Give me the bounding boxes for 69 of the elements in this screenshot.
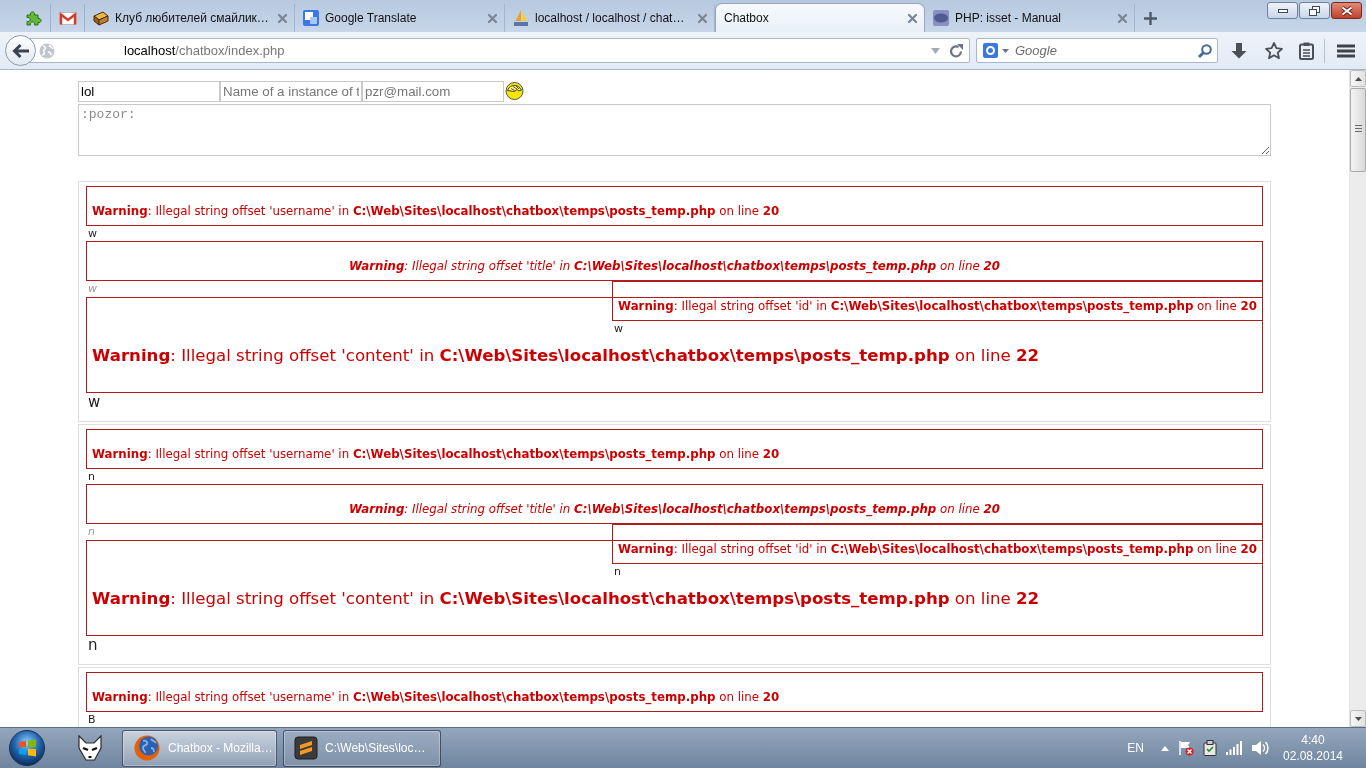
clipboard-check-icon[interactable] bbox=[1203, 740, 1217, 756]
instance-field[interactable]: Name of a instance of t bbox=[220, 81, 362, 102]
php-warning: Warning: Illegal string offset 'username' in C:\Web\Sites\localhost\chatbox\temps\posts_temp.php on line 20 bbox=[86, 429, 1263, 469]
php-warning: Warning: Illegal string offset 'id' in C:\Web\Sites\localhost\chatbox\temps\posts_temp.php on line 20 bbox=[612, 524, 1263, 564]
window-close-button[interactable] bbox=[1331, 2, 1362, 19]
signal-bars-icon[interactable] bbox=[1226, 741, 1242, 755]
php-warning: Warning: Illegal string offset 'title' in C:\Web\Sites\localhost\chatbox\temps\posts_temp.php on line 20 bbox=[86, 241, 1263, 281]
sail-icon bbox=[513, 10, 529, 26]
post-id: n bbox=[613, 564, 623, 579]
menu-icon[interactable] bbox=[1337, 43, 1355, 58]
close-icon bbox=[1340, 5, 1353, 16]
tab[interactable]: Chatbox bbox=[715, 3, 925, 32]
plus-icon[interactable] bbox=[1143, 11, 1157, 25]
email-field[interactable]: pzr@mail.com bbox=[362, 81, 504, 102]
download-icon[interactable] bbox=[1231, 42, 1247, 59]
star-icon[interactable] bbox=[1265, 42, 1283, 59]
close-icon[interactable] bbox=[488, 13, 497, 23]
close-icon[interactable] bbox=[698, 13, 707, 23]
speaker-icon[interactable] bbox=[1251, 740, 1269, 756]
message-field[interactable]: :pozor: bbox=[78, 104, 1271, 156]
oval-tile-icon bbox=[933, 10, 949, 26]
scroll-down-button[interactable] bbox=[1350, 710, 1366, 727]
post-username: n bbox=[87, 469, 96, 484]
start-button[interactable] bbox=[9, 730, 45, 766]
php-warning: Warning: Illegal string offset 'id' in C:\Web\Sites\localhost\chatbox\temps\posts_temp.php on line 20 bbox=[612, 281, 1263, 321]
globe-crescent-icon bbox=[134, 735, 160, 761]
restore-icon bbox=[1309, 5, 1320, 16]
php-warning: Warning: Illegal string offset 'title' in C:\Web\Sites\localhost\chatbox\temps\posts_temp.php on line 20 bbox=[86, 484, 1263, 524]
clock-date: 02.08.2014 bbox=[1282, 748, 1344, 764]
clipboard-icon[interactable] bbox=[1299, 41, 1314, 60]
flag-icon[interactable] bbox=[1178, 740, 1194, 756]
facepalm-smiley-icon[interactable] bbox=[505, 81, 524, 100]
arrow-left-icon bbox=[12, 43, 29, 58]
scroll-up-button[interactable] bbox=[1350, 70, 1366, 87]
close-icon[interactable] bbox=[1118, 13, 1127, 23]
envelope-icon bbox=[58, 11, 77, 25]
caret-down-icon bbox=[1354, 716, 1362, 721]
globe-icon bbox=[39, 42, 55, 59]
post-content: n bbox=[87, 636, 99, 655]
caret-up-icon[interactable] bbox=[1161, 745, 1169, 751]
php-warning: Warning: Illegal string offset 'username' in C:\Web\Sites\localhost\chatbox\temps\posts_temp.php on line 20 bbox=[86, 672, 1263, 712]
post-title: n bbox=[87, 524, 96, 540]
minimize-icon bbox=[1277, 8, 1288, 13]
scrollbar-thumb[interactable] bbox=[1350, 88, 1366, 172]
post-username: B bbox=[87, 712, 97, 727]
search-engine-icon[interactable] bbox=[983, 43, 998, 58]
post-content: w bbox=[87, 393, 102, 412]
post-username: w bbox=[87, 226, 98, 241]
search-icon[interactable] bbox=[1198, 43, 1212, 58]
puzzle-piece-icon bbox=[25, 10, 42, 26]
post-id: w bbox=[613, 321, 625, 336]
dropdown-caret-icon[interactable] bbox=[1002, 48, 1009, 53]
fox-mask-icon[interactable] bbox=[78, 735, 102, 761]
back-button[interactable] bbox=[5, 35, 36, 66]
caret-up-icon bbox=[1354, 76, 1362, 81]
restore-button[interactable] bbox=[1299, 2, 1330, 19]
search-field[interactable]: Google bbox=[976, 38, 1218, 63]
minimize-button[interactable] bbox=[1267, 2, 1298, 19]
stripes-tile-icon bbox=[295, 737, 317, 759]
name-field[interactable]: lol bbox=[78, 81, 220, 102]
close-icon[interactable] bbox=[278, 13, 287, 23]
php-warning: Warning: Illegal string offset 'username' in C:\Web\Sites\localhost\chatbox\temps\posts_temp.php on line 20 bbox=[86, 186, 1263, 226]
box-icon bbox=[93, 10, 109, 26]
clock-time: 4:40 bbox=[1301, 732, 1325, 748]
reload-icon[interactable] bbox=[949, 43, 963, 58]
post-title: w bbox=[87, 281, 98, 297]
overlapping-squares-icon bbox=[303, 10, 319, 26]
address-field[interactable]: localhost/chatbox/index.php bbox=[28, 38, 970, 63]
close-icon[interactable] bbox=[908, 13, 917, 23]
